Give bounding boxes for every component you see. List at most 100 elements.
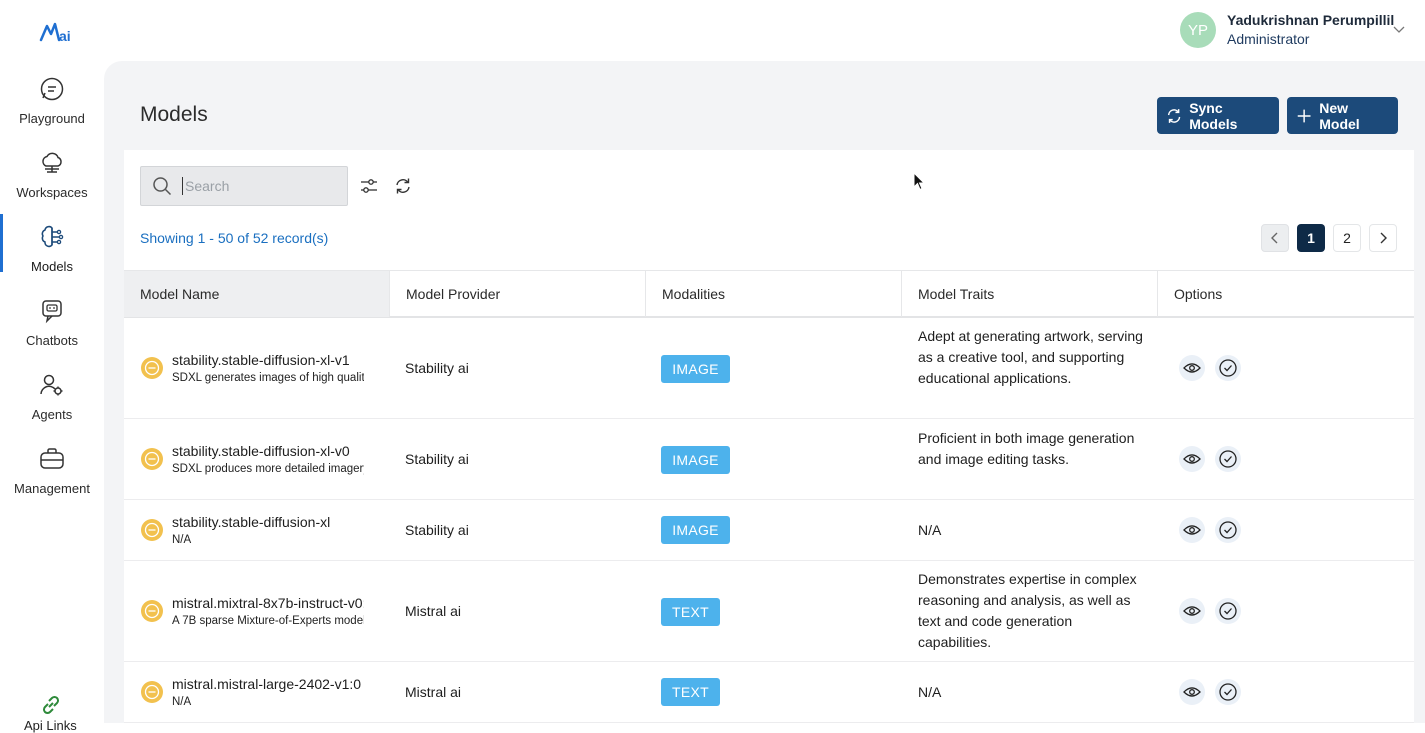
agent-gear-icon — [40, 374, 63, 396]
enable-button[interactable] — [1215, 679, 1241, 705]
model-provider: Stability ai — [405, 522, 469, 538]
chevron-left-icon — [1271, 232, 1278, 244]
logo-text: ai — [59, 28, 71, 44]
sidebar-bottom-label[interactable]: Api Links — [24, 718, 77, 733]
new-model-label: New Model — [1319, 99, 1360, 132]
avatar[interactable]: YP — [1180, 12, 1216, 48]
status-pending-icon — [141, 448, 163, 470]
check-circle-icon — [1219, 450, 1237, 468]
table-row[interactable]: stability.stable-diffusion-xl N/A Stabil… — [124, 500, 1414, 561]
model-description: SDXL generates images of high quality — [172, 372, 364, 384]
model-provider: Stability ai — [405, 451, 469, 467]
eye-icon — [1183, 687, 1201, 697]
filter-sliders-icon[interactable] — [360, 177, 378, 195]
model-provider: Stability ai — [405, 360, 469, 376]
refresh-icon[interactable] — [394, 177, 412, 195]
sidebar-item-label: Models — [31, 259, 73, 274]
sidebar: ai Playground Workspaces Models Chatbots… — [0, 0, 104, 733]
search-input[interactable] — [182, 177, 332, 195]
model-name[interactable]: mistral.mixtral-8x7b-instruct-v0:1 — [172, 595, 364, 611]
sidebar-item-label: Playground — [19, 111, 85, 126]
models-panel: Showing 1 - 50 of 52 record(s) 1 2 Model… — [124, 150, 1414, 730]
column-header-model-name[interactable]: Model Name — [124, 271, 390, 317]
sidebar-item-chatbots[interactable]: Chatbots — [0, 298, 104, 362]
view-button[interactable] — [1179, 355, 1205, 381]
chevron-right-icon — [1380, 232, 1387, 244]
view-button[interactable] — [1179, 679, 1205, 705]
user-name: Yadukrishnan Perumpillil — [1227, 11, 1395, 28]
sidebar-item-label: Management — [14, 481, 90, 496]
view-button[interactable] — [1179, 517, 1205, 543]
user-info: Yadukrishnan Perumpillil Administrator — [1227, 12, 1394, 49]
briefcase-icon — [40, 448, 64, 469]
check-circle-icon — [1219, 359, 1237, 377]
model-description: N/A — [172, 696, 192, 708]
sidebar-item-models[interactable]: Models — [0, 214, 104, 288]
sidebar-item-agents[interactable]: Agents — [0, 372, 104, 436]
sync-models-button[interactable]: Sync Models — [1157, 97, 1279, 134]
user-role: Administrator — [1227, 30, 1310, 47]
sidebar-item-workspaces[interactable]: Workspaces — [0, 150, 104, 214]
sidebar-item-playground[interactable]: Playground — [0, 76, 104, 140]
model-traits: N/A — [918, 684, 942, 700]
column-header-options: Options — [1174, 286, 1223, 302]
sidebar-item-label: Agents — [31, 407, 73, 422]
table-row[interactable]: stability.stable-diffusion-xl-v0 SDXL pr… — [124, 419, 1414, 500]
model-description: N/A — [172, 534, 192, 546]
main-content: Models Sync Models New Model Search Show… — [104, 61, 1425, 730]
status-pending-icon — [141, 519, 163, 541]
model-name[interactable]: stability.stable-diffusion-xl-v0 — [172, 443, 364, 459]
model-name[interactable]: stability.stable-diffusion-xl-v1 — [172, 352, 364, 368]
model-name[interactable]: mistral.mistral-large-2402-v1:0 — [172, 676, 364, 692]
sync-models-label: Sync Models — [1189, 99, 1238, 132]
plus-icon — [1297, 109, 1311, 122]
modality-badge: TEXT — [661, 678, 720, 706]
modality-badge: IMAGE — [661, 516, 730, 544]
enable-button[interactable] — [1215, 517, 1241, 543]
table-row[interactable]: mistral.mistral-large-2402-v1:0 N/A Mist… — [124, 662, 1414, 723]
model-provider: Mistral ai — [405, 684, 462, 700]
pagination-page-1[interactable]: 1 — [1297, 224, 1325, 252]
model-traits: N/A — [918, 522, 942, 538]
record-count: Showing 1 - 50 of 52 record(s) — [140, 230, 329, 246]
eye-icon — [1183, 363, 1201, 373]
page-title: Models — [140, 103, 208, 126]
view-button[interactable] — [1179, 598, 1205, 624]
link-icon[interactable] — [38, 692, 64, 718]
sidebar-item-management[interactable]: Management — [0, 446, 104, 510]
view-button[interactable] — [1179, 446, 1205, 472]
model-name[interactable]: stability.stable-diffusion-xl — [172, 514, 364, 530]
pagination-next-button[interactable] — [1369, 224, 1397, 252]
model-traits: Adept at generating artwork, serving as … — [918, 328, 1143, 386]
table-row[interactable]: stability.stable-diffusion-xl-v1 SDXL ge… — [124, 318, 1414, 419]
column-header-modalities[interactable]: Modalities — [646, 271, 902, 317]
model-traits: Demonstrates expertise in complex reason… — [918, 571, 1137, 650]
new-model-button[interactable]: New Model — [1287, 97, 1398, 134]
check-circle-icon — [1219, 521, 1237, 539]
table-row[interactable]: mistral.mixtral-8x7b-instruct-v0:1 A 7B … — [124, 561, 1414, 662]
status-pending-icon — [141, 681, 163, 703]
enable-button[interactable] — [1215, 355, 1241, 381]
chevron-down-icon[interactable] — [1393, 24, 1405, 34]
column-header-model-provider[interactable]: Model Provider — [390, 271, 646, 317]
chat-bubble-icon — [40, 77, 64, 101]
enable-button[interactable] — [1215, 598, 1241, 624]
check-circle-icon — [1219, 602, 1237, 620]
brand-logo[interactable]: ai — [38, 18, 74, 46]
modality-badge: IMAGE — [661, 446, 730, 474]
pagination-prev-button[interactable] — [1261, 224, 1289, 252]
column-header-model-traits[interactable]: Model Traits — [902, 271, 1158, 317]
status-pending-icon — [141, 600, 163, 622]
check-circle-icon — [1219, 683, 1237, 701]
model-description: SDXL produces more detailed imagery — [172, 463, 364, 475]
cloud-stack-icon — [42, 152, 62, 173]
eye-icon — [1183, 606, 1201, 616]
search-icon — [153, 177, 172, 196]
mouse-cursor-icon — [913, 172, 926, 191]
search-box[interactable] — [140, 166, 348, 206]
sync-icon — [1167, 108, 1181, 123]
pagination-page-2[interactable]: 2 — [1333, 224, 1361, 252]
enable-button[interactable] — [1215, 446, 1241, 472]
user-menu[interactable]: YP Yadukrishnan Perumpillil Administrato… — [1180, 12, 1405, 49]
model-provider: Mistral ai — [405, 603, 462, 619]
